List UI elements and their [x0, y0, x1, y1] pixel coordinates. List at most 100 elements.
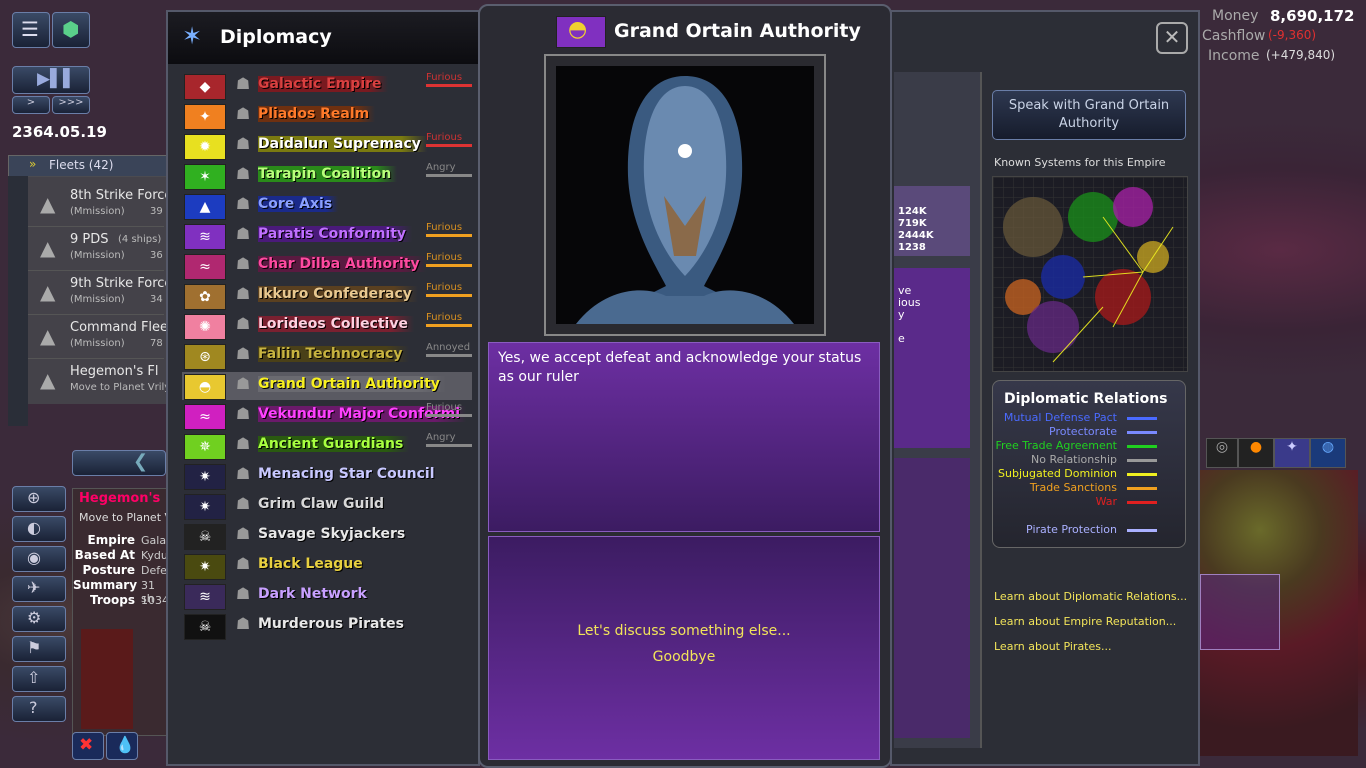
sun-icon[interactable]: ● — [1238, 438, 1274, 468]
empire-row[interactable]: ✶ ☗ Tarapin Coalition Angry — [182, 162, 472, 190]
speak-with-empire-button[interactable]: Speak with Grand Ortain Authority — [992, 90, 1186, 140]
learn-diplomatic-relations-link[interactable]: Learn about Diplomatic Relations... — [994, 590, 1187, 603]
fleets-header-label: Fleets (42) — [49, 158, 114, 172]
fleet-row[interactable]: ▲ 8th Strike Force (Mmission) 39 — [28, 184, 172, 227]
discuss-something-else-option[interactable]: Let's discuss something else... — [489, 623, 879, 639]
leader-portrait-icon: ☗ — [235, 314, 251, 333]
globe-icon[interactable]: ◍ — [1310, 438, 1346, 468]
mood-bar — [426, 354, 472, 357]
empire-flag: ⊛ — [184, 344, 226, 370]
income-value: (+479,840) — [1266, 48, 1336, 62]
empire-row[interactable]: ☠ ☗ Savage Skyjackers — [182, 522, 472, 550]
view-button[interactable]: ◉ — [12, 546, 66, 572]
empire-row[interactable]: ✵ ☗ Ancient Guardians Angry — [182, 432, 472, 460]
empire-row[interactable]: ◆ ☗ Galactic Empire Furious — [182, 72, 472, 100]
fleet-extra: 36 — [150, 250, 163, 261]
empire-emblem-icon: ✦ — [199, 109, 211, 125]
empire-row[interactable]: ✷ ☗ Black League — [182, 552, 472, 580]
empire-row[interactable]: ▲ ☗ Core Axis — [182, 192, 472, 220]
learn-empire-reputation-link[interactable]: Learn about Empire Reputation... — [994, 615, 1176, 628]
empire-row[interactable]: ≋ ☗ Dark Network — [182, 582, 472, 610]
empire-row[interactable]: ◓ ☗ Grand Ortain Authority — [182, 372, 472, 400]
query-button[interactable]: ? — [12, 696, 66, 722]
ship-icon: ▲ — [40, 280, 56, 304]
fleet-filter-bar[interactable] — [8, 176, 28, 426]
mood-bar — [426, 324, 472, 327]
leader-portrait-icon: ☗ — [235, 494, 251, 513]
settings-button[interactable]: ⚙ — [12, 606, 66, 632]
mood-label: Angry — [426, 432, 456, 443]
known-systems-minimap[interactable] — [992, 176, 1188, 372]
chevron-left-icon: ❮ — [133, 451, 149, 472]
stat-value: 1238 — [898, 242, 926, 253]
empire-mood: Furious — [426, 282, 472, 297]
speak-button-label: Speak with Grand Ortain Authority — [1008, 98, 1170, 131]
empire-row[interactable]: ✿ ☗ Ikkuro Confederacy Furious — [182, 282, 472, 310]
galaxy-view-icon[interactable]: ◎ — [1206, 438, 1238, 468]
map-quick-bar[interactable]: ◎ ● ✦ ◍ — [1206, 438, 1356, 468]
empire-row[interactable]: ≈ ☗ Char Dilba Authority Furious — [182, 252, 472, 280]
empire-row[interactable]: ✺ ☗ Lorideos Collective Furious — [182, 312, 472, 340]
ships-button[interactable]: ✈ — [12, 576, 66, 602]
fleet-name: Hegemon's Fl — [70, 364, 159, 379]
fleets-header[interactable]: » Fleets (42) — [8, 155, 170, 177]
flag-button[interactable]: ⚑ — [12, 636, 66, 662]
fleet-group-button[interactable]: ⇧ — [12, 666, 66, 692]
fleet-status: (Mmission) — [70, 338, 125, 349]
mood-bar — [426, 444, 472, 447]
empire-row[interactable]: ✷ ☗ Menacing Star Council — [182, 462, 472, 490]
leader-portrait-icon: ☗ — [235, 74, 251, 93]
cancel-order-button[interactable]: ✖ — [72, 732, 104, 760]
leader-portrait-icon: ☗ — [235, 524, 251, 543]
help-button[interactable]: ⬢ — [52, 12, 90, 48]
planet-view-button[interactable]: ◐ — [12, 516, 66, 542]
mood-bar — [426, 264, 472, 267]
fleet-row[interactable]: ▲ 9th Strike Force (Mmission) 34 — [28, 272, 172, 315]
field-label: Summary — [73, 578, 138, 592]
field-label: Based At — [74, 548, 135, 562]
empire-row[interactable]: ☠ ☗ Murderous Pirates — [182, 612, 472, 640]
empire-mood: Furious — [426, 222, 472, 237]
leader-portrait-icon: ☗ — [235, 104, 251, 123]
empire-flag: ≋ — [184, 584, 226, 610]
question-icon: ? — [29, 698, 38, 717]
leader-portrait-icon: ☗ — [235, 344, 251, 363]
ship-strip — [81, 629, 133, 729]
empire-row[interactable]: ✹ ☗ Daidalun Supremacy Furious — [182, 132, 472, 160]
diplomacy-panel: ✶ Diplomacy ◆ ☗ Galactic Empire Furious ✦ ☗ Pl… — [166, 10, 480, 766]
empire-row[interactable]: ≈ ☗ Vekundur Major Conformi Furious — [182, 402, 472, 430]
empire-flag: ✿ — [184, 284, 226, 310]
learn-pirates-link[interactable]: Learn about Pirates... — [994, 640, 1112, 653]
mood-bar — [426, 144, 472, 147]
speed-slow-button[interactable]: > — [12, 96, 50, 114]
speed-fast-button[interactable]: >>> — [52, 96, 90, 114]
fleet-list[interactable]: ▲ 8th Strike Force (Mmission) 39 ▲ 9 PDS… — [28, 176, 176, 404]
empire-row[interactable]: ⊛ ☗ Faliin Technocracy Annoyed — [182, 342, 472, 370]
fleet-status: (Mmission) — [70, 250, 125, 261]
menu-button[interactable]: ☰ — [12, 12, 50, 48]
ship-icon: ▲ — [40, 368, 56, 392]
nebula-icon[interactable]: ✦ — [1274, 438, 1310, 468]
fleet-row[interactable]: ▲ Command Flee (Mmission) 78 — [28, 316, 168, 359]
target-lock-button[interactable]: ⊕ — [12, 486, 66, 512]
map-region[interactable] — [1200, 470, 1358, 756]
leader-portrait-icon: ☗ — [235, 194, 251, 213]
close-button[interactable]: ✕ — [1156, 22, 1188, 54]
empire-row[interactable]: ✷ ☗ Grim Claw Guild — [182, 492, 472, 520]
empire-emblem-icon: ≈ — [199, 409, 211, 425]
relation-label: Mutual Defense Pact — [1003, 411, 1117, 424]
empire-row[interactable]: ✦ ☗ Pliados Realm — [182, 102, 472, 130]
diplomatic-relations-legend: Diplomatic Relations Mutual Defense Pact… — [992, 380, 1186, 548]
play-pause-button[interactable]: ▶▌▌ — [12, 66, 90, 94]
empire-flag: ✷ — [184, 494, 226, 520]
fleet-row[interactable]: ▲ Hegemon's Fl Move to Planet Vrilya — [28, 360, 176, 402]
collapse-button[interactable]: ❮ — [72, 450, 166, 476]
empire-list[interactable]: ◆ ☗ Galactic Empire Furious ✦ ☗ Pliados Realm ✹… — [168, 72, 478, 642]
empire-row[interactable]: ≋ ☗ Paratis Conformity Furious — [182, 222, 472, 250]
fleet-row[interactable]: ▲ 9 PDS (4 ships) (Mmission) 36 — [28, 228, 164, 271]
selected-fleet-name: Hegemon's — [79, 491, 161, 506]
mood-bar — [426, 234, 472, 237]
empire-name: Dark Network — [258, 586, 367, 602]
refuel-button[interactable]: 💧 — [106, 732, 138, 760]
goodbye-option[interactable]: Goodbye — [489, 649, 879, 665]
